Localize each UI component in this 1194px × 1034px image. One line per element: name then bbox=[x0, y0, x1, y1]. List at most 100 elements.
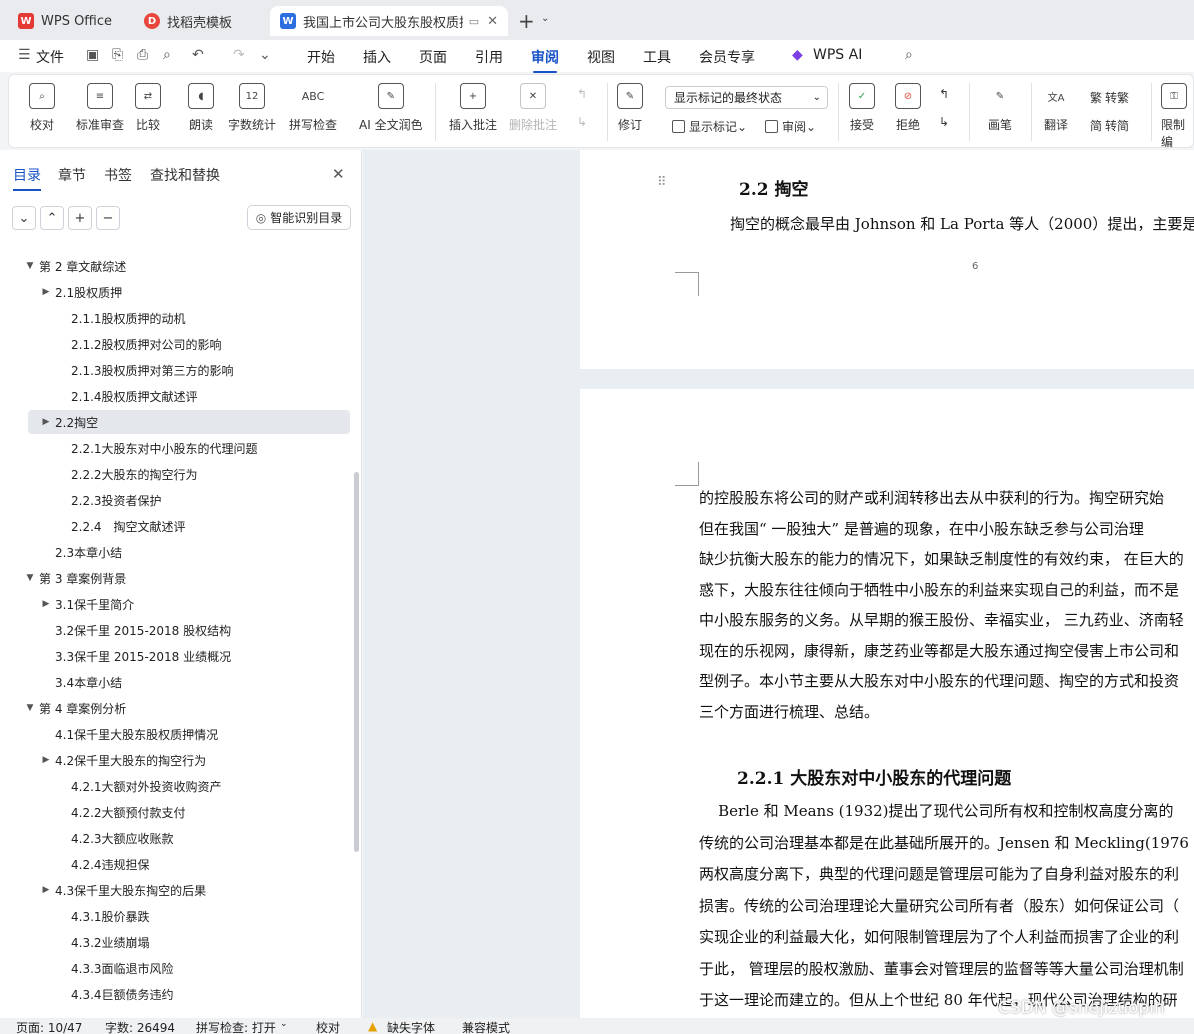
close-panel-icon[interactable]: ✕ bbox=[332, 165, 345, 183]
accept-button[interactable]: ✓ 接受 bbox=[849, 83, 875, 133]
proof-status[interactable]: 校对 bbox=[316, 1019, 340, 1034]
tab-toc[interactable]: 目录 bbox=[13, 165, 41, 191]
toc-item[interactable]: 3.2保千里 2015-2018 股权结构 bbox=[55, 618, 231, 642]
toc-item[interactable]: 4.1保千里大股东股权质押情况 bbox=[55, 722, 218, 746]
toc-item[interactable]: 2.1.1股权质押的动机 bbox=[71, 306, 186, 330]
tab-document[interactable]: W 我国上市公司大股东股权质押 ▭ ✕ bbox=[270, 6, 508, 36]
menu-insert[interactable]: 插入 bbox=[363, 47, 391, 67]
tab-find-replace[interactable]: 查找和替换 bbox=[150, 165, 220, 185]
add-level-button[interactable]: + bbox=[68, 206, 92, 230]
redo-icon[interactable]: ↷ bbox=[233, 47, 245, 63]
chevron-down-icon[interactable]: ⌄ bbox=[541, 13, 549, 24]
missing-font-status[interactable]: 缺失字体 bbox=[387, 1019, 435, 1034]
toc-item[interactable]: 2.1.3股权质押对第三方的影响 bbox=[71, 358, 234, 382]
delete-comment-button[interactable]: ✕ 删除批注 bbox=[509, 83, 557, 133]
toc-item[interactable]: ▶ 4.3保千里大股东掏空的后果 bbox=[43, 878, 207, 902]
toc-item[interactable]: 2.3本章小结 bbox=[55, 540, 122, 564]
show-marks-button[interactable]: 显示标记 ⌄ bbox=[672, 118, 747, 135]
prev-change-icon[interactable]: ↰ bbox=[939, 87, 949, 101]
toc-item[interactable]: 4.3.1股价暴跌 bbox=[71, 904, 150, 928]
word-count-button[interactable]: 12 字数统计 bbox=[228, 83, 276, 133]
toc-item[interactable]: 4.2.4违规担保 bbox=[71, 852, 150, 876]
toc-item[interactable]: 2.2.4 掏空文献述评 bbox=[71, 514, 186, 538]
toc-item[interactable]: 4.2.3大额应收账款 bbox=[71, 826, 174, 850]
print-icon[interactable]: ⎙ bbox=[137, 47, 148, 63]
toc-scrollbar[interactable] bbox=[354, 472, 359, 852]
hamburger-icon[interactable]: ☰ bbox=[18, 47, 31, 63]
display-mode-select[interactable]: 显示标记的最终状态 ⌄ bbox=[665, 86, 828, 109]
toc-item[interactable]: ▼ 第 4 章案例分析 bbox=[27, 696, 127, 720]
toc-item[interactable]: 2.2.2大股东的掏空行为 bbox=[71, 462, 198, 486]
toc-item[interactable]: ▶ 3.1保千里简介 bbox=[43, 592, 135, 616]
toc-item[interactable]: 4.2.1大额对外投资收购资产 bbox=[71, 774, 222, 798]
toc-item[interactable]: 3.3保千里 2015-2018 业绩概况 bbox=[55, 644, 231, 668]
word-count[interactable]: 字数: 26494 bbox=[105, 1019, 175, 1034]
collapse-up-button[interactable]: ⌃ bbox=[40, 206, 64, 230]
to-simplified-button[interactable]: 简转简 bbox=[1090, 117, 1129, 134]
search-icon[interactable]: ⌕ bbox=[905, 47, 913, 63]
toc-item[interactable]: ▶ 2.1股权质押 bbox=[43, 280, 123, 304]
toc-item[interactable]: 4.3.4巨额债务违约 bbox=[71, 982, 174, 1006]
menu-member[interactable]: 会员专享 bbox=[699, 47, 755, 67]
menu-review[interactable]: 审阅 bbox=[531, 47, 559, 73]
next-change-icon[interactable]: ↳ bbox=[939, 115, 949, 129]
toc-item[interactable]: ▼ 第 3 章案例背景 bbox=[27, 566, 127, 590]
caret-down-icon[interactable]: ▼ bbox=[23, 261, 37, 271]
caret-right-icon[interactable]: ▶ bbox=[39, 755, 53, 765]
tab-templates[interactable]: D 找稻壳模板 bbox=[134, 6, 264, 36]
caret-right-icon[interactable]: ▶ bbox=[39, 417, 53, 427]
spell-check-button[interactable]: ABC 拼写检查 bbox=[289, 83, 337, 133]
reject-button[interactable]: ⊘ 拒绝 bbox=[895, 83, 921, 133]
menu-page[interactable]: 页面 bbox=[419, 47, 447, 67]
toc-item[interactable]: 2.2.1大股东对中小股东的代理问题 bbox=[71, 436, 258, 460]
track-changes-button[interactable]: ✎ 修订 bbox=[617, 83, 643, 133]
tab-wps-office[interactable]: W WPS Office bbox=[8, 6, 128, 36]
restrict-edit-button[interactable]: ⚿ 限制编 bbox=[1161, 83, 1193, 150]
toc-item[interactable]: 4.3.3面临退市风险 bbox=[71, 956, 174, 980]
to-traditional-button[interactable]: 繁转繁 bbox=[1090, 89, 1129, 106]
new-tab-icon[interactable]: + bbox=[518, 9, 535, 33]
save-icon[interactable]: ▣ bbox=[86, 47, 99, 63]
caret-right-icon[interactable]: ▶ bbox=[39, 287, 53, 297]
caret-down-icon[interactable]: ▼ bbox=[23, 703, 37, 713]
toc-item[interactable]: ▼ 第 2 章文献综述 bbox=[27, 254, 127, 278]
review-pane-button[interactable]: 审阅 ⌄ bbox=[765, 118, 816, 135]
more-icon[interactable]: ⌄ bbox=[259, 47, 271, 63]
standard-review-button[interactable]: ≡ 标准审查 bbox=[76, 83, 124, 133]
menu-file[interactable]: 文件 bbox=[36, 47, 64, 67]
undo-icon[interactable]: ↶ bbox=[192, 47, 204, 63]
expand-down-button[interactable]: ⌄ bbox=[12, 206, 36, 230]
remove-level-button[interactable]: − bbox=[96, 206, 120, 230]
toc-item[interactable]: 4.3.2业绩崩塌 bbox=[71, 930, 150, 954]
caret-down-icon[interactable]: ▼ bbox=[23, 573, 37, 583]
tab-sections[interactable]: 章节 bbox=[58, 165, 86, 185]
insert-comment-button[interactable]: + 插入批注 bbox=[449, 83, 497, 133]
menu-tools[interactable]: 工具 bbox=[643, 47, 671, 67]
menu-references[interactable]: 引用 bbox=[475, 47, 503, 67]
menu-view[interactable]: 视图 bbox=[587, 47, 615, 67]
export-icon[interactable]: ⎘ bbox=[112, 47, 123, 63]
drag-handle-icon[interactable]: ⠿ bbox=[657, 175, 667, 190]
toc-item[interactable]: 4.2.2大额预付款支付 bbox=[71, 800, 186, 824]
toc-item[interactable]: 3.4本章小结 bbox=[55, 670, 122, 694]
prev-comment-icon[interactable]: ↰ bbox=[577, 87, 587, 101]
compare-button[interactable]: ⇄ 比较 bbox=[135, 83, 161, 133]
caret-right-icon[interactable]: ▶ bbox=[39, 885, 53, 895]
translate-button[interactable]: 文A 翻译 bbox=[1043, 83, 1069, 133]
page-indicator[interactable]: 页面: 10/47 bbox=[16, 1019, 82, 1034]
print-preview-icon[interactable]: ⌕ bbox=[163, 47, 171, 63]
ai-polish-button[interactable]: ✎ AI 全文润色 bbox=[359, 83, 423, 133]
tab-bookmarks[interactable]: 书签 bbox=[104, 165, 132, 185]
pen-button[interactable]: ✎ 画笔 bbox=[987, 83, 1013, 133]
caret-right-icon[interactable]: ▶ bbox=[39, 599, 53, 609]
chevron-down-icon[interactable]: ⌄ bbox=[280, 1019, 288, 1029]
next-comment-icon[interactable]: ↳ bbox=[577, 115, 587, 129]
close-tab-icon[interactable]: ✕ bbox=[487, 14, 498, 29]
toc-item[interactable]: 2.1.4股权质押文献述评 bbox=[71, 384, 198, 408]
read-aloud-button[interactable]: ◖ 朗读 bbox=[188, 83, 214, 133]
toc-item[interactable]: 2.1.2股权质押对公司的影响 bbox=[71, 332, 222, 356]
smart-toc-button[interactable]: ◎ 智能识别目录 bbox=[247, 205, 351, 230]
toc-item[interactable]: ▶ 2.2掏空 bbox=[28, 410, 350, 434]
spell-check-status[interactable]: 拼写检查: 打开 bbox=[196, 1019, 276, 1034]
menu-home[interactable]: 开始 bbox=[307, 47, 335, 67]
